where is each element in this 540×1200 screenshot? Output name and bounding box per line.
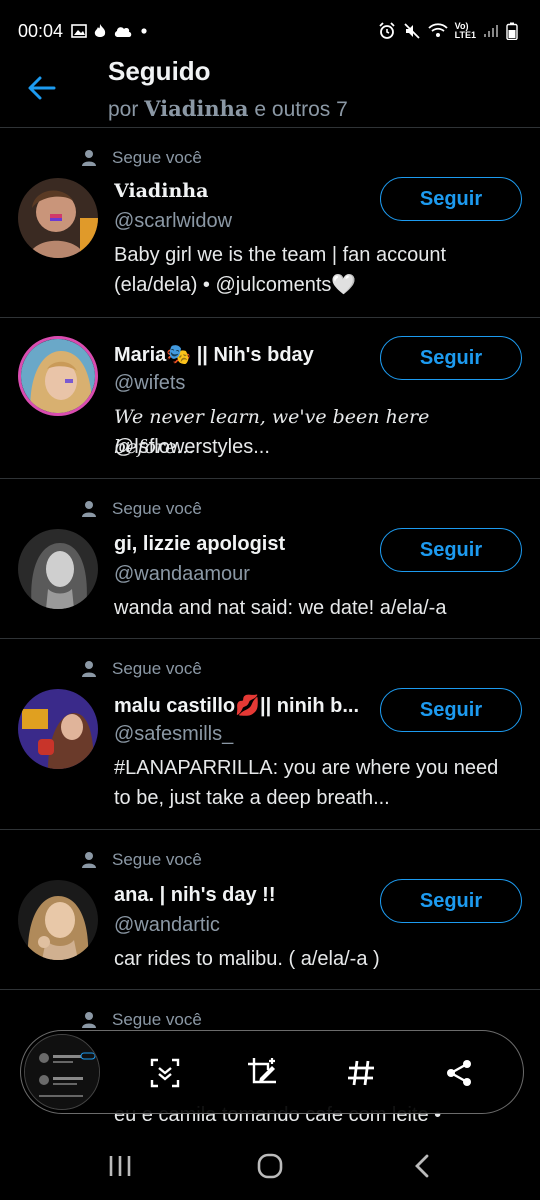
notification-dot-icon [139, 26, 149, 36]
back-arrow-icon [28, 76, 56, 100]
user-bio: Baby girl we is the team | fan account (… [114, 244, 447, 296]
screenshot-toolbar [20, 1030, 524, 1114]
signal-icon [483, 24, 499, 38]
follows-you-row: Segue você [80, 659, 202, 679]
flame-icon [93, 23, 107, 39]
gallery-icon [71, 24, 87, 38]
user-bio: car rides to malibu. ( a/ela/-a ) [114, 948, 380, 970]
user-bio: #LANAPARRILLA: you are where you need to… [114, 757, 499, 809]
alarm-icon [378, 22, 396, 40]
follow-button[interactable]: Seguir [380, 177, 522, 221]
user-name: ana. | nih's day !! [114, 884, 276, 906]
follow-button[interactable]: Seguir [380, 879, 522, 923]
avatar[interactable] [18, 336, 98, 416]
follows-you-label: Segue você [112, 499, 202, 518]
user-handle: @wandartic [114, 914, 220, 936]
follows-you-label: Segue você [112, 850, 202, 869]
system-nav-bar [0, 1130, 540, 1200]
avatar[interactable] [18, 529, 98, 609]
avatar[interactable] [18, 880, 98, 960]
list-item[interactable]: Segue você gi, lizzie apologist @wandaam… [0, 479, 540, 639]
battery-icon [506, 22, 518, 40]
follows-you-row: Segue você [80, 499, 202, 519]
user-name: gi, lizzie apologist [114, 533, 286, 555]
page-title: Seguido [108, 56, 211, 86]
following-list: Segue você Viadinha @scarlwidow Baby gir… [0, 128, 540, 1130]
list-item[interactable]: Segue você ana. | nih's day !! @wandarti… [0, 830, 540, 990]
person-icon [80, 1011, 98, 1029]
follow-button[interactable]: Seguir [380, 528, 522, 572]
recents-button[interactable] [100, 1148, 140, 1184]
user-bio-line-2: @lsflowerstyles... [114, 436, 270, 458]
page-header: Seguido por Viadinha e outros 7 [0, 52, 540, 128]
follows-you-label: Segue você [112, 1010, 202, 1029]
user-handle: @scarlwidow [114, 210, 233, 232]
back-button[interactable] [24, 70, 60, 106]
recents-icon [109, 1156, 131, 1176]
back-nav-button[interactable] [402, 1148, 442, 1184]
user-name: Viadinha [114, 180, 209, 202]
user-handle: @safesmills_ [114, 723, 234, 745]
user-name: malu castillo💋|| ninih b... [114, 695, 360, 717]
status-time: 00:04 [18, 20, 64, 41]
person-icon [80, 851, 98, 869]
person-icon [80, 660, 98, 678]
list-item[interactable]: Segue você malu castillo💋|| ninih b... @… [0, 639, 540, 830]
follows-you-row: Segue você [80, 1010, 202, 1030]
user-bio: wanda and nat said: we date! a/ela/-a [114, 597, 447, 619]
cloud-icon [113, 24, 133, 38]
screenshot-thumbnail[interactable] [24, 1034, 100, 1110]
person-icon [80, 500, 98, 518]
list-item[interactable]: Segue você Viadinha @scarlwidow Baby gir… [0, 128, 540, 318]
page-subtitle: por Viadinha e outros 7 [108, 96, 348, 122]
draw-crop-button[interactable] [243, 1053, 283, 1093]
follows-you-label: Segue você [112, 148, 202, 167]
user-name: Maria🎭 || Nih's bday [114, 344, 314, 366]
follow-button[interactable]: Seguir [380, 688, 522, 732]
scroll-capture-button[interactable] [145, 1053, 185, 1093]
hashtag-icon [348, 1060, 374, 1086]
home-button[interactable] [250, 1148, 290, 1184]
mute-icon [403, 22, 421, 40]
list-item[interactable]: Maria🎭 || Nih's bday @wifets We never le… [0, 318, 540, 479]
volte-label: Vo) LTE1 [454, 21, 476, 40]
avatar[interactable] [18, 689, 98, 769]
share-icon [447, 1060, 471, 1086]
follows-you-row: Segue você [80, 850, 202, 870]
follow-button[interactable]: Seguir [380, 336, 522, 380]
crop-edit-icon [248, 1058, 276, 1084]
subtitle-prefix: por [108, 98, 139, 121]
follows-you-label: Segue você [112, 659, 202, 678]
share-button[interactable] [439, 1053, 479, 1093]
scroll-capture-icon [150, 1058, 180, 1088]
subtitle-name: Viadinha [144, 96, 249, 121]
person-icon [80, 149, 98, 167]
user-handle: @wandaamour [114, 563, 250, 585]
subtitle-suffix: e outros 7 [254, 98, 348, 121]
user-handle: @wifets [114, 372, 186, 394]
back-chevron-icon [415, 1154, 429, 1178]
avatar[interactable] [18, 178, 98, 258]
home-icon [257, 1153, 283, 1179]
hashtag-button[interactable] [341, 1053, 381, 1093]
follows-you-row: Segue você [80, 148, 202, 168]
wifi-icon [428, 23, 448, 39]
